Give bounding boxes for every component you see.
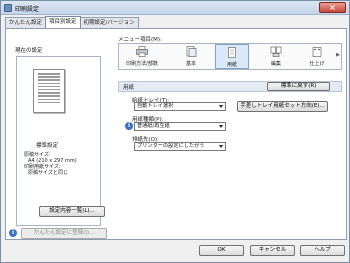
menu-item-print-method[interactable]: 印刷方法/部数 — [122, 44, 162, 69]
printer-icon — [136, 46, 148, 57]
menu-item-label: 印刷方法/部数 — [126, 61, 158, 67]
help-button[interactable]: ヘルプ — [300, 245, 345, 256]
print-settings-window: 印刷設定 × かんたん設定 項目別設定 初期設定/バージョン 現在の設定 標準設… — [0, 0, 350, 263]
chevron-down-icon — [219, 145, 223, 148]
menu-items-bar: 印刷方法/部数 基本 用紙 編集 仕上げ ▶ — [118, 43, 342, 70]
paper-icon — [228, 47, 236, 58]
menu-item-label: 用紙 — [226, 62, 237, 68]
tab-bar: かんたん設定 項目別設定 初期設定/バージョン — [5, 16, 139, 28]
tab-defaults-version[interactable]: 初期設定/バージョン — [79, 17, 139, 28]
printer-icon — [4, 4, 12, 12]
menu-item-label: 編集 — [270, 61, 281, 67]
chevron-down-icon — [219, 105, 223, 108]
paper-type-value: 普通紙/再生紙 — [137, 123, 170, 129]
edit-icon — [270, 46, 282, 57]
menu-scroll-right-icon[interactable]: ▶ — [336, 52, 340, 58]
tab-quick-setup[interactable]: かんたん設定 — [5, 17, 47, 28]
bypass-tray-direction-button[interactable]: 手差しトレイ用紙セット方向(E)... — [237, 101, 328, 112]
title-bar: 印刷設定 × — [1, 1, 349, 15]
output-tray-select[interactable]: プリンターの設定にしたがう — [134, 142, 226, 151]
info-icon: i — [125, 122, 133, 130]
ok-button[interactable]: OK — [199, 245, 244, 256]
info-icon: i — [9, 229, 17, 237]
menu-item-label: 基本 — [185, 61, 196, 67]
finishing-icon — [312, 47, 322, 57]
tab-detailed-settings[interactable]: 項目別設定 — [45, 16, 81, 28]
settings-list-button[interactable]: 設定内容一覧(L)... — [39, 206, 105, 217]
register-quick-setup-button[interactable]: かんたん設定に登録(I)... — [21, 228, 107, 239]
document-icon — [186, 46, 197, 57]
menu-items-label: メニュー項目(M): — [118, 37, 162, 43]
current-settings-title: 標準設定 — [36, 143, 59, 149]
chevron-down-icon — [219, 125, 223, 128]
preview-label: 現在の設定 — [15, 48, 43, 54]
cancel-button[interactable]: キャンセル — [250, 245, 295, 256]
paper-type-select[interactable]: 普通紙/再生紙 — [134, 122, 226, 131]
input-tray-select[interactable]: 自動トレイ選択 — [134, 102, 226, 111]
menu-item-finishing[interactable]: 仕上げ — [299, 44, 335, 69]
menu-item-basic[interactable]: 基本 — [171, 44, 211, 69]
output-tray-value: プリンターの設定にしたがう — [137, 143, 205, 149]
section-title: 用紙 — [123, 85, 135, 91]
paper-preview-icon — [33, 69, 65, 113]
settings-panel: 現在の設定 標準設定 原稿サイズ: A4 (210 x 297 mm) 印刷用紙… — [5, 28, 347, 240]
print-paper-size-value: 原稿サイズと同じ — [28, 170, 68, 176]
menu-item-label: 仕上げ — [309, 61, 325, 67]
close-button[interactable]: × — [319, 2, 346, 13]
window-title: 印刷設定 — [15, 6, 40, 13]
menu-item-paper[interactable]: 用紙 — [215, 44, 249, 69]
menu-item-edit[interactable]: 編集 — [257, 44, 295, 69]
input-tray-value: 自動トレイ選択 — [137, 103, 174, 109]
restore-defaults-button[interactable]: 標準に戻す(R) — [267, 82, 330, 91]
